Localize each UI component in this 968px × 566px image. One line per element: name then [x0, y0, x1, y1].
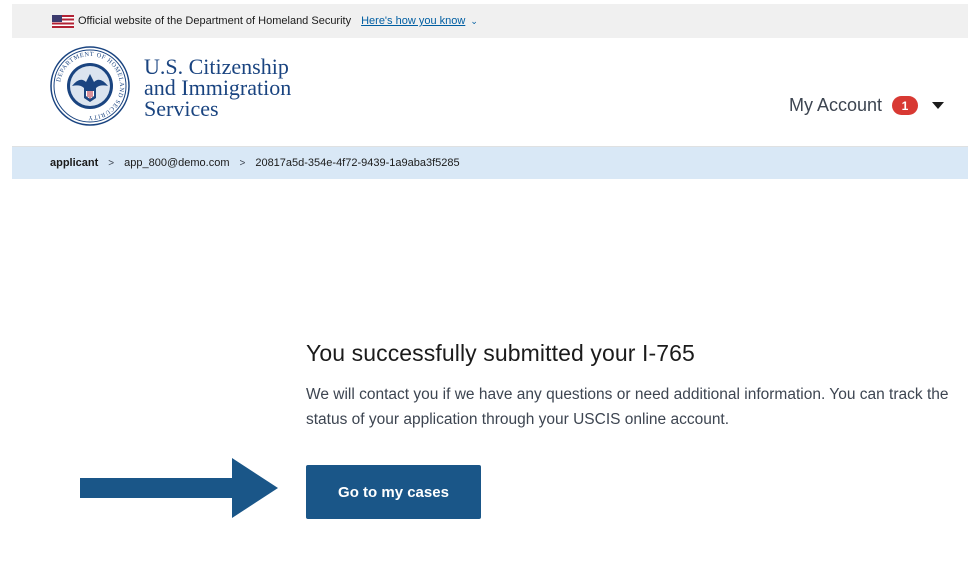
agency-name[interactable]: U.S. Citizenship and Immigration Service…: [144, 54, 292, 121]
caret-down-icon: [932, 102, 944, 109]
confirmation-message: We will contact you if we have any quest…: [306, 386, 949, 428]
arrow-right-icon: [80, 458, 278, 518]
agency-name-line-3: Services: [144, 96, 219, 121]
page-title: You successfully submitted your I-765: [306, 340, 695, 366]
breadcrumb-item-email[interactable]: app_800@demo.com: [124, 157, 229, 169]
notification-badge: 1: [892, 96, 918, 115]
breadcrumb-separator-icon: >: [108, 157, 115, 169]
site-header: DEPARTMENT OF HOMELAND SECURITY U.S. Cit…: [12, 38, 968, 147]
breadcrumb-item-case-id: 20817a5d-354e-4f72-9439-1a9aba3f5285: [255, 157, 460, 169]
us-flag-icon: [52, 14, 74, 28]
my-account-menu[interactable]: My Account 1: [789, 95, 944, 116]
breadcrumb-separator-icon: >: [239, 157, 246, 169]
agency-name-line-2: and Immigration: [144, 75, 292, 100]
official-website-text: Official website of the Department of Ho…: [78, 15, 352, 27]
heres-how-you-know-link[interactable]: Here's how you know: [361, 15, 465, 27]
agency-name-line-1: U.S. Citizenship: [144, 54, 289, 79]
breadcrumb: applicant > app_800@demo.com > 20817a5d-…: [12, 147, 968, 179]
my-account-label: My Account: [788, 95, 882, 115]
official-banner: Official website of the Department of Ho…: [12, 4, 968, 38]
page: Official website of the Department of Ho…: [12, 4, 968, 566]
dhs-seal-logo[interactable]: DEPARTMENT OF HOMELAND SECURITY: [50, 46, 130, 126]
go-to-my-cases-button[interactable]: Go to my cases: [306, 465, 481, 519]
chevron-down-icon[interactable]: ⌄: [470, 16, 478, 27]
breadcrumb-item-applicant[interactable]: applicant: [50, 157, 98, 169]
